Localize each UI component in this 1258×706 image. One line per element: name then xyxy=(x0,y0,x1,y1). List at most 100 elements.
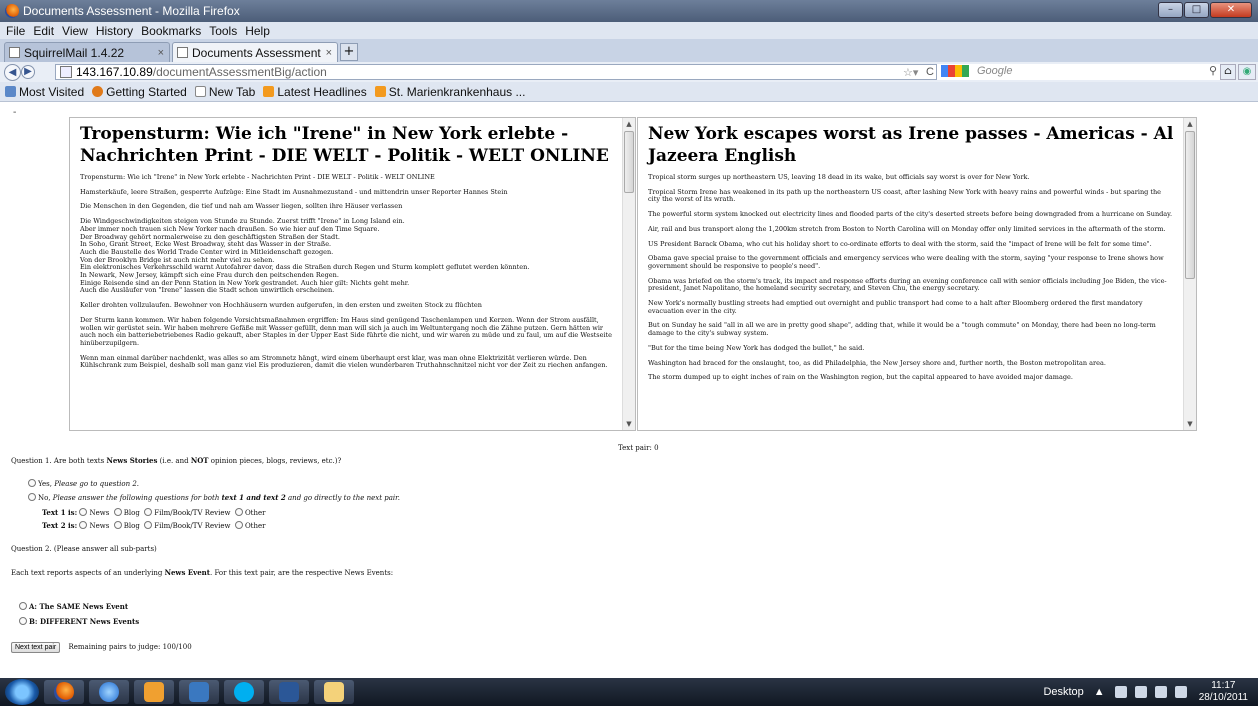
menu-history[interactable]: History xyxy=(96,24,133,38)
maximize-button[interactable]: □ xyxy=(1184,2,1209,18)
bookmark-most-visited[interactable]: Most Visited xyxy=(5,85,84,99)
url-host: 143.167.10.89 xyxy=(76,65,153,79)
q2-different-radio[interactable] xyxy=(19,617,27,625)
search-input[interactable]: Google ⚲ xyxy=(936,64,1221,80)
text1-review-radio[interactable] xyxy=(144,508,153,516)
navigation-bar: ◀ ▶ 143.167.10.89/documentAssessmentBig/… xyxy=(0,62,1258,82)
text1-blog-radio[interactable] xyxy=(113,508,122,516)
option-label: Other xyxy=(244,522,266,530)
text2-news-radio[interactable] xyxy=(79,521,88,529)
right-doc-paragraph: Tropical storm surges up northeastern US… xyxy=(648,173,1030,181)
action-center-icon[interactable] xyxy=(1114,686,1127,698)
bookmark-st-marienkrankenhaus[interactable]: St. Marienkrankenhaus ... xyxy=(374,84,526,99)
taskbar-word[interactable] xyxy=(269,680,309,704)
q2-same-radio[interactable] xyxy=(19,602,27,610)
menu-help[interactable]: Help xyxy=(245,24,270,38)
left-document-frame[interactable]: Tropensturm: Wie ich "Irene" in New York… xyxy=(69,117,636,431)
menu-bookmarks[interactable]: Bookmarks xyxy=(141,24,201,38)
menu-file[interactable]: File xyxy=(6,24,25,38)
scroll-up-arrow-icon[interactable]: ▲ xyxy=(623,118,635,130)
start-button[interactable] xyxy=(5,679,39,705)
right-document-scrollbar[interactable]: ▲ ▼ xyxy=(1183,118,1196,430)
scrollbar-thumb[interactable] xyxy=(624,131,634,193)
taskbar-media[interactable] xyxy=(179,680,219,704)
right-doc-paragraph: But on Sunday he said "all in all we are… xyxy=(648,321,1156,338)
page-dash: - xyxy=(13,107,17,118)
menu-view[interactable]: View xyxy=(62,24,88,38)
window-titlebar: Documents Assessment - Mozilla Firefox –… xyxy=(0,0,1258,22)
next-text-pair-button[interactable]: Next text pair xyxy=(11,642,61,653)
tab-close-icon[interactable]: × xyxy=(158,47,164,59)
search-icon[interactable]: ⚲ xyxy=(1209,64,1217,79)
q1-text: (i.e. and xyxy=(157,457,191,465)
text2-review-radio[interactable] xyxy=(144,521,153,529)
q1-no-option[interactable]: No, Please answer the following question… xyxy=(28,493,400,502)
firefox-icon xyxy=(92,86,104,97)
url-bar[interactable]: 143.167.10.89/documentAssessmentBig/acti… xyxy=(55,64,1221,80)
bookmark-star-icon[interactable]: ☆▾ xyxy=(903,66,918,79)
url-path: /documentAssessmentBig/action xyxy=(152,65,327,79)
clock-time: 11:17 xyxy=(1211,680,1236,691)
left-document-scrollbar[interactable]: ▲ ▼ xyxy=(622,118,635,430)
squirrelmail-icon xyxy=(9,47,20,58)
scroll-down-arrow-icon[interactable]: ▼ xyxy=(1184,418,1196,430)
tab-squirrelmail[interactable]: SquirrelMail 1.4.22 × xyxy=(4,42,170,62)
q2-option-b[interactable]: B: DIFFERENT News Events xyxy=(19,617,139,626)
scrollbar-thumb[interactable] xyxy=(1185,131,1195,279)
forward-button[interactable]: ▶ xyxy=(21,65,35,79)
q1-yes-radio[interactable] xyxy=(28,479,36,487)
google-logo-icon[interactable] xyxy=(941,65,969,77)
q1-no-radio[interactable] xyxy=(28,493,36,501)
scroll-down-arrow-icon[interactable]: ▼ xyxy=(623,418,635,430)
q1-yes-option[interactable]: Yes, Please go to question 2. xyxy=(28,479,139,488)
bookmark-new-tab[interactable]: New Tab xyxy=(194,85,255,99)
close-button[interactable]: ✕ xyxy=(1210,2,1252,18)
text2-other-radio[interactable] xyxy=(234,521,243,529)
tray-expand-icon[interactable]: ▲ xyxy=(1094,686,1105,698)
taskbar-outlook[interactable] xyxy=(134,680,174,704)
right-doc-paragraph: "But for the time being New York has dod… xyxy=(648,343,865,352)
battery-icon[interactable] xyxy=(1134,686,1147,698)
q1-bold-news-stories: News Stories xyxy=(106,456,158,465)
q1-no-note-bold: text 1 and text 2 xyxy=(221,493,286,502)
tab-label: SquirrelMail 1.4.22 xyxy=(24,45,125,60)
text2-blog-radio[interactable] xyxy=(113,521,122,529)
tab-bar: SquirrelMail 1.4.22 × Documents Assessme… xyxy=(0,39,1258,62)
addon-icon[interactable]: ◉ xyxy=(1238,64,1256,80)
text1-other-radio[interactable] xyxy=(234,508,243,516)
right-doc-paragraph: Air, rail and bus transport along the 1,… xyxy=(648,224,1166,233)
left-doc-line: Auch die Ausläufer von "Irene" lassen di… xyxy=(80,286,335,295)
clock[interactable]: 11:17 28/10/2011 xyxy=(1199,680,1248,704)
new-tab-button[interactable]: + xyxy=(340,43,358,61)
reload-icon[interactable]: C xyxy=(926,66,934,78)
taskbar-explorer[interactable] xyxy=(314,680,354,704)
left-doc-paragraph: Wenn man einmal darüber nachdenkt, was a… xyxy=(80,353,608,370)
text1-news-radio[interactable] xyxy=(79,508,88,516)
tab-documents-assessment[interactable]: Documents Assessment × xyxy=(172,42,338,62)
bookmark-latest-headlines[interactable]: Latest Headlines xyxy=(263,85,367,99)
minimize-button[interactable]: – xyxy=(1158,2,1183,18)
taskbar-skype[interactable] xyxy=(224,680,264,704)
network-icon[interactable] xyxy=(1154,686,1167,698)
option-label: Blog xyxy=(123,509,140,517)
back-button[interactable]: ◀ xyxy=(4,63,21,81)
bookmark-getting-started[interactable]: Getting Started xyxy=(92,85,187,99)
q2-option-a[interactable]: A: The SAME News Event xyxy=(19,602,128,611)
text2-type-row: Text 2 is: News Blog Film/Book/TV Review… xyxy=(42,521,266,530)
taskbar-firefox[interactable] xyxy=(44,680,84,704)
right-document-frame[interactable]: New York escapes worst as Irene passes -… xyxy=(637,117,1197,431)
volume-icon[interactable] xyxy=(1174,686,1187,698)
scroll-up-arrow-icon[interactable]: ▲ xyxy=(1184,118,1196,130)
desktop-toolbar-label[interactable]: Desktop xyxy=(1043,686,1083,698)
question-1: Question 1. Are both texts News Stories … xyxy=(11,456,341,465)
taskbar-ie[interactable] xyxy=(89,680,129,704)
bookmark-label: St. Marienkrankenhaus ... xyxy=(388,84,526,99)
bookmark-label: Getting Started xyxy=(106,84,187,99)
home-icon[interactable]: ⌂ xyxy=(1220,64,1236,80)
skype-icon xyxy=(234,682,254,702)
menu-tools[interactable]: Tools xyxy=(209,24,237,38)
tab-close-icon[interactable]: × xyxy=(326,47,332,59)
left-document-content: Tropensturm: Wie ich "Irene" in New York… xyxy=(70,118,622,430)
site-identity-icon[interactable] xyxy=(60,66,72,78)
menu-edit[interactable]: Edit xyxy=(33,24,54,38)
